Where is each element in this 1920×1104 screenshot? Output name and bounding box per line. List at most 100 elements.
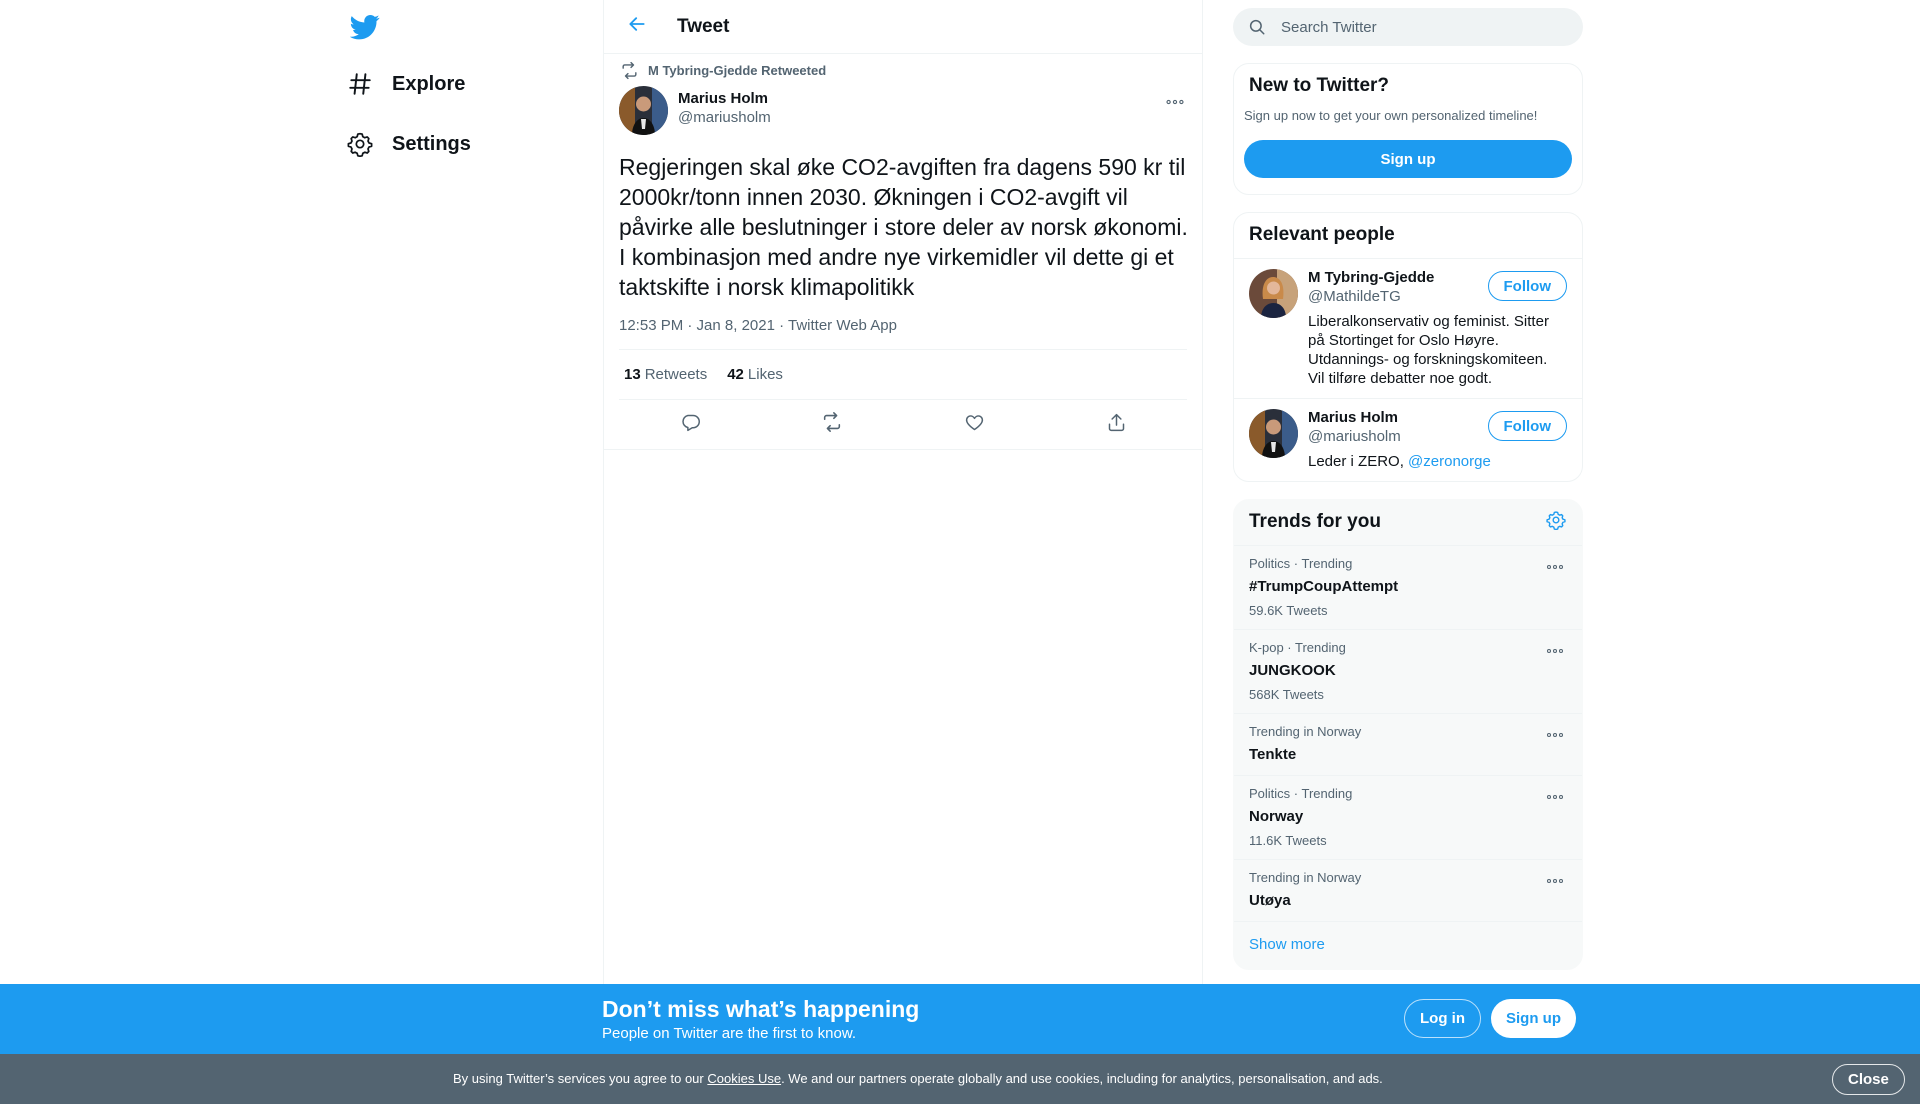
cookie-banner: By using Twitter’s services you agree to…: [0, 1054, 1920, 1104]
trend-more-button[interactable]: [1543, 872, 1567, 890]
tweet-author: Marius Holm @mariusholm: [619, 86, 1187, 138]
share-icon: [1106, 412, 1127, 438]
cookies-use-link[interactable]: Cookies Use: [707, 1071, 781, 1086]
trends-card: Trends for you Politics · Trending #Trum…: [1233, 499, 1583, 970]
page-title: Tweet: [677, 15, 730, 37]
search-input[interactable]: [1281, 18, 1541, 36]
author-handle[interactable]: @mariusholm: [678, 108, 771, 127]
trend-name: Utøya: [1249, 892, 1291, 909]
trend-context: Politics · Trending: [1249, 556, 1353, 571]
heart-icon: [964, 412, 985, 438]
gear-icon: [1546, 510, 1566, 536]
retweets-label: Retweets: [644, 366, 708, 383]
retweet-button[interactable]: [814, 407, 850, 443]
trend-count: 11.6K Tweets: [1249, 833, 1327, 848]
trend-name: Tenkte: [1249, 746, 1297, 763]
cookie-close-button[interactable]: Close: [1832, 1064, 1905, 1095]
like-button[interactable]: [956, 407, 992, 443]
trend-item[interactable]: Politics · Trending Norway 11.6K Tweets: [1234, 776, 1582, 860]
trend-more-button[interactable]: [1543, 642, 1567, 660]
signup-button[interactable]: Sign up: [1491, 999, 1576, 1038]
login-prompt-title: Don’t miss what’s happening: [602, 996, 920, 1022]
author-name[interactable]: Marius Holm: [678, 90, 771, 108]
cookie-text-after: . We and our partners operate globally a…: [781, 1071, 1383, 1086]
hashtag-icon: [346, 70, 374, 98]
trend-context: Trending in Norway: [1249, 724, 1362, 739]
trend-count: 59.6K Tweets: [1249, 603, 1328, 618]
reply-button[interactable]: [672, 407, 708, 443]
gear-icon: [346, 130, 374, 158]
more-horizontal-icon: [1546, 642, 1564, 660]
likes-count: 42: [727, 366, 744, 383]
main-header: Tweet: [604, 0, 1202, 54]
tweet-timestamp[interactable]: 12:53 PM · Jan 8, 2021 · Twitter Web App: [619, 317, 1187, 337]
more-horizontal-icon: [1165, 93, 1185, 111]
trend-count: 568K Tweets: [1249, 687, 1324, 702]
new-to-twitter-card: New to Twitter? Sign up now to get your …: [1233, 63, 1583, 195]
tweet-text: Regjeringen skal øke CO2-avgiften fra da…: [619, 154, 1188, 300]
nav-item-settings[interactable]: Settings: [346, 119, 471, 169]
follow-button[interactable]: Follow: [1487, 271, 1567, 301]
more-horizontal-icon: [1546, 872, 1564, 890]
trend-item[interactable]: Politics · Trending #TrumpCoupAttempt 59…: [1234, 546, 1582, 630]
trend-item[interactable]: Trending in Norway Tenkte: [1234, 714, 1582, 776]
main-column: Tweet M Tybring-Gjedde Retweeted Marius …: [603, 0, 1203, 984]
show-more-link[interactable]: Show more: [1234, 922, 1582, 969]
sidebar-signup-button[interactable]: Sign up: [1244, 140, 1572, 178]
relevant-person-bio: Liberalkonservativ og feminist. Sitter p…: [1308, 313, 1549, 387]
author-names: Marius Holm @mariusholm: [678, 90, 771, 127]
likes-label: Likes: [747, 366, 783, 383]
bio-text: Leder i ZERO,: [1308, 453, 1409, 470]
reply-icon: [680, 412, 701, 438]
avatar[interactable]: [1249, 409, 1298, 458]
avatar[interactable]: [1249, 269, 1298, 318]
retweeted-by[interactable]: M Tybring-Gjedde Retweeted: [648, 63, 826, 78]
relevant-person[interactable]: Marius Holm @mariusholm Leder i ZERO, @z…: [1234, 399, 1582, 481]
avatar[interactable]: [619, 86, 668, 135]
search-bar: [1233, 8, 1583, 46]
relevant-person[interactable]: M Tybring-Gjedde @MathildeTG Liberalkons…: [1234, 259, 1582, 399]
trend-name: #TrumpCoupAttempt: [1249, 578, 1399, 595]
twitter-logo-icon[interactable]: [349, 12, 380, 42]
relevant-people-title: Relevant people: [1234, 213, 1582, 259]
more-horizontal-icon: [1546, 726, 1564, 744]
retweet-context: M Tybring-Gjedde Retweeted: [619, 54, 1187, 86]
trends-title: Trends for you: [1249, 511, 1381, 532]
follow-button[interactable]: Follow: [1487, 411, 1567, 441]
likes-stat[interactable]: 42 Likes: [727, 366, 783, 383]
tweet-actions: [604, 400, 1202, 450]
nav-item-label: Settings: [392, 132, 471, 155]
cookie-text: By using Twitter’s services you agree to…: [453, 1071, 1383, 1086]
back-button[interactable]: [619, 9, 655, 45]
login-button[interactable]: Log in: [1404, 999, 1481, 1038]
trend-context: K-pop · Trending: [1249, 640, 1346, 655]
trend-item[interactable]: K-pop · Trending JUNGKOOK 568K Tweets: [1234, 630, 1582, 714]
trend-item[interactable]: Trending in Norway Utøya: [1234, 860, 1582, 922]
retweets-count: 13: [624, 366, 641, 383]
new-to-twitter-subtitle: Sign up now to get your own personalized…: [1244, 108, 1538, 123]
relevant-people-card: Relevant people M Tybring-Gjedde @Mathil…: [1233, 212, 1583, 482]
login-prompt-bar: Don’t miss what’s happening People on Tw…: [0, 984, 1920, 1054]
relevant-person-bio: Leder i ZERO, @zeronorge: [1308, 452, 1558, 471]
bio-mention-link[interactable]: @zeronorge: [1408, 453, 1491, 470]
search-icon: [1247, 17, 1267, 37]
trends-header: Trends for you: [1234, 500, 1582, 546]
tweet-meta-row: 12:53 PM · Jan 8, 2021 · Twitter Web App: [619, 317, 1187, 350]
nav-item-explore[interactable]: Explore: [346, 59, 465, 109]
right-sidebar: New to Twitter? Sign up now to get your …: [1233, 0, 1583, 970]
nav-item-label: Explore: [392, 72, 466, 95]
retweet-icon: [821, 411, 843, 438]
trend-more-button[interactable]: [1543, 726, 1567, 744]
left-nav: Explore Settings: [336, 0, 596, 984]
share-button[interactable]: [1098, 407, 1134, 443]
trend-more-button[interactable]: [1543, 558, 1567, 576]
retweets-stat[interactable]: 13 Retweets: [624, 366, 707, 383]
tweet: M Tybring-Gjedde Retweeted Marius Holm @…: [604, 54, 1202, 450]
more-horizontal-icon: [1546, 558, 1564, 576]
trends-settings-button[interactable]: [1545, 510, 1567, 536]
trend-more-button[interactable]: [1543, 788, 1567, 806]
tweet-stats: 13 Retweets 42 Likes: [619, 350, 1187, 400]
trend-name: Norway: [1249, 808, 1304, 825]
tweet-more-button[interactable]: [1163, 92, 1187, 112]
login-prompt-subtitle: People on Twitter are the first to know.: [602, 1025, 857, 1042]
